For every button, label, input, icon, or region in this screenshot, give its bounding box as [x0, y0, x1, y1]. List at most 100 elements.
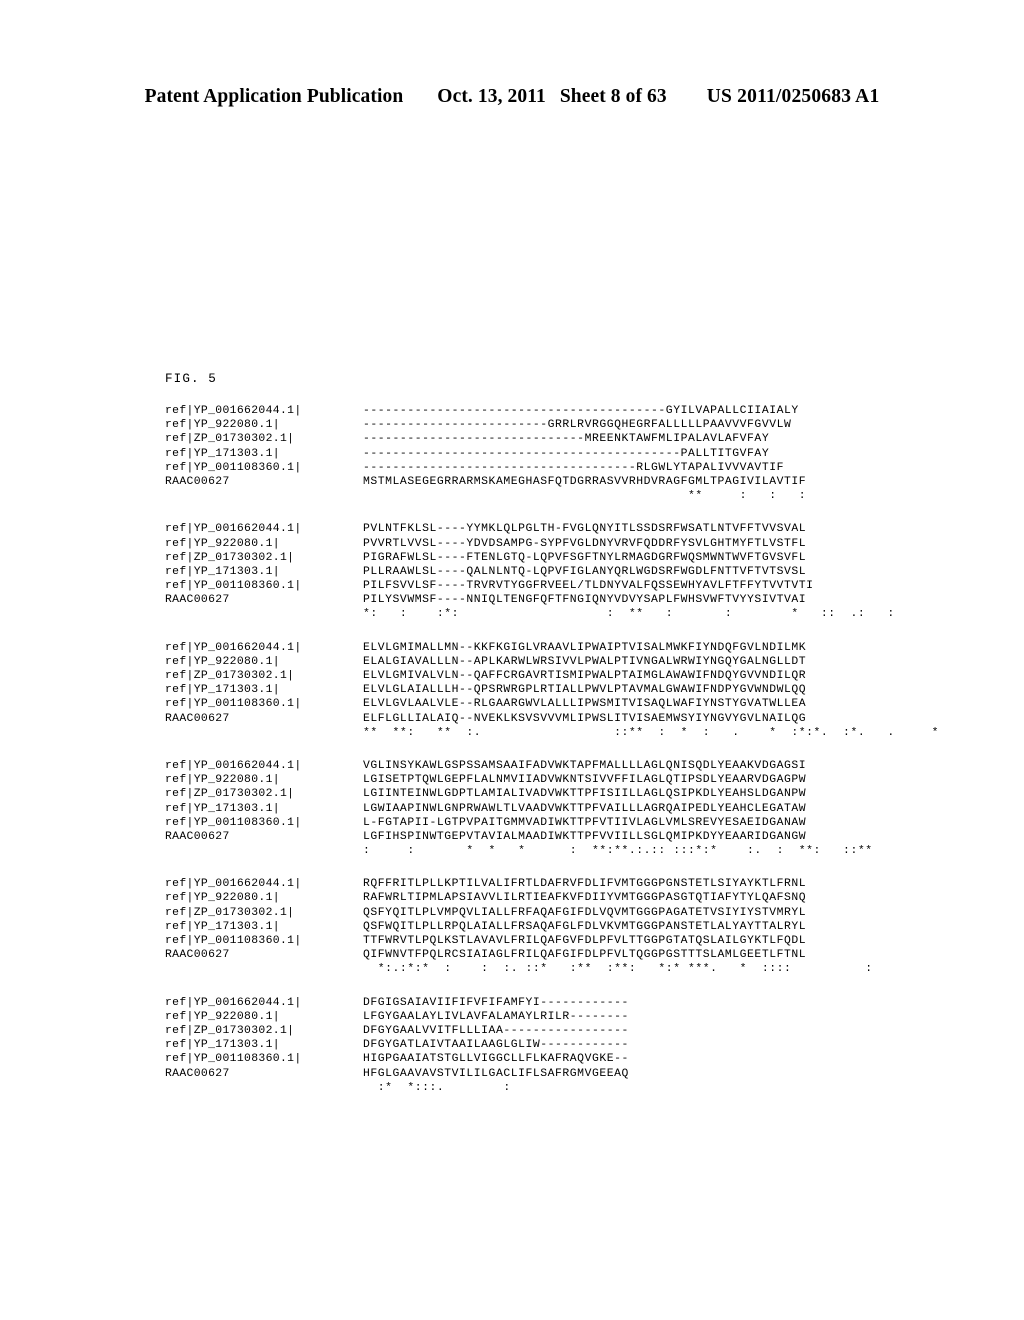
sheet-number: Sheet 8 of 63 [559, 86, 667, 107]
sequence-label: ref|YP_171303.1| [165, 565, 280, 578]
sequence-row: PLLRAAWLSL----QALNLNTQ-LQPVFIGLANYQRLWGD… [363, 565, 807, 578]
page-header: Patent Application Publication Oct. 13, … [0, 86, 1024, 108]
sequence-residue-column: ----------------------------------------… [363, 404, 925, 503]
sequence-residue-column: RQFFRITLPLLKPTILVALIFRTLDAFRVFDLIFVMTGGG… [363, 877, 925, 976]
sequence-row: TTFWRVTLPQLKSTLAVAVLFRILQAFGVFDLPFVLTTGG… [363, 935, 807, 947]
sequence-row: HIGPGAAIATSTGLLVIGGCLLFLKAFRAQVGKE-- [363, 1053, 629, 1066]
sequence-label: ref|YP_001108360.1| [165, 580, 302, 593]
sequence-row: ELVLGVLAALVLE--RLGAARGWVLALLLIPWSMITVISA… [363, 698, 807, 711]
sequence-label: ref|YP_171303.1| [165, 447, 280, 460]
sequence-residue-column: PVLNTFKLSL----YYMKLQLPGLTH-FVGLQNYITLSSD… [363, 522, 925, 621]
sequence-row: PILFSVVLSF----TRVRVTYGGFRVEEL/TLDNYVALFQ… [363, 580, 814, 593]
sequence-label: ref|YP_001662044.1| [165, 405, 302, 417]
sequence-row: LGISETPTQWLGEPFLALNMVIIADVWKNTSIVVFFILAG… [363, 774, 807, 787]
sequence-row: RAFWRLTIPMLAPSIAVVLILRTIEAFKVFDIIYVMTGGG… [363, 892, 807, 905]
sequence-label: ref|YP_001108360.1| [165, 698, 302, 711]
sequence-row: DFGIGSAIAVIIFIFVFIFAMFYI------------ [363, 996, 629, 1009]
sequence-row: ELVLGLAIALLLH--QPSRWRGPLRTIALLPWVLPTAVMA… [363, 684, 807, 697]
sequence-row: VGLINSYKAWLGSPSSAMSAAIFADVWKTAPFMALLLLAG… [363, 759, 807, 772]
sequence-row: PILYSVWMSF----NNIQLTENGFQFTFNGIQNYVDVYSA… [363, 594, 807, 607]
sequence-label: ref|YP_922080.1| [165, 419, 280, 432]
sequence-label-column: ref|YP_001662044.1| ref|YP_922080.1| ref|Z… [165, 996, 363, 1081]
sequence-row: PVVRTLVVSL----YDVDSAMPG-SYPFVGLDNYVRVFQD… [363, 537, 807, 550]
sequence-alignment: ref|YP_001662044.1| ref|YP_922080.1| ref|Z… [165, 404, 939, 1095]
sequence-residue-column: VGLINSYKAWLGSPSSAMSAAIFADVWKTAPFMALLLLAG… [363, 759, 925, 858]
sequence-label-column: ref|YP_001662044.1| ref|YP_922080.1| ref|Z… [165, 877, 363, 962]
conservation-row: *:.:*:* : : :. ::* :** :**: *:* ***. * :… [363, 963, 873, 976]
sequence-label: ref|YP_001108360.1| [165, 816, 302, 829]
sequence-row: QSFWQITLPLLRPQLAIALLFRSAQAFGLFDLVKVMTGGG… [363, 920, 807, 933]
sequence-label: ref|YP_922080.1| [165, 537, 280, 550]
alignment-block: ref|YP_001662044.1| ref|YP_922080.1| ref|Z… [165, 996, 925, 1095]
alignment-block: ref|YP_001662044.1| ref|YP_922080.1| ref|Z… [165, 641, 939, 740]
conservation-row: : : * * * : **:**.:.:: :::*:* :. : **: :… [363, 845, 873, 858]
sequence-label: ref|YP_001108360.1| [165, 461, 302, 474]
sequence-label: ref|YP_171303.1| [165, 920, 280, 933]
sequence-label: ref|YP_001662044.1| [165, 523, 302, 536]
alignment-block: ref|YP_001662044.1| ref|YP_922080.1| ref|Z… [165, 522, 925, 621]
sequence-label: ref|ZP_01730302.1| [165, 670, 295, 682]
sequence-label: ref|YP_001108360.1| [165, 1053, 302, 1066]
sequence-row: QSFYQITLPLVMPQVLIALLFRFAQAFGIFDLVQVMTGGG… [363, 906, 807, 919]
sequence-row: QIFWNVTFPQLRCSIAIAGLFRILQAFGIFDLPFVLTQGG… [363, 949, 807, 962]
sequence-row: ELALGIAVALLLN--APLKARWLWRSIVVLPWALPTIVNG… [363, 655, 807, 668]
sequence-label: ref|YP_171303.1| [165, 1039, 280, 1052]
sequence-label: ref|ZP_01730302.1| [165, 1024, 295, 1037]
publication-date: Oct. 13, 2011 [437, 86, 546, 107]
sequence-residue-column: ELVLGMIMALLMN--KKFKGIGLVRAAVLIPWAIPTVISA… [363, 641, 939, 740]
publication-title: Patent Application Publication [144, 86, 404, 107]
conservation-row: *: : :*: : ** : : * :: .: : [363, 608, 895, 621]
sequence-label: ref|ZP_01730302.1| [165, 551, 295, 564]
sequence-row: -------------------------GRRLRVRGGQHEGRF… [363, 419, 792, 432]
sequence-row: LFGYGAALAYLIVLAVFALAMAYLRILR-------- [363, 1010, 629, 1023]
conservation-row: ** : : : [363, 490, 807, 503]
sequence-label: ref|YP_171303.1| [165, 684, 280, 697]
sequence-label-column: ref|YP_001662044.1| ref|YP_922080.1| ref|Z… [165, 641, 363, 726]
patent-number: US 2011/0250683 A1 [706, 86, 880, 107]
sequence-row: PVLNTFKLSL----YYMKLQLPGLTH-FVGLQNYITLSSD… [363, 523, 807, 536]
sequence-row: ------------------------------MREENKTAWF… [363, 433, 770, 446]
sequence-row: LGIINTEINWLGDPTLAMIALIVADVWKTTPFISIILLAG… [363, 788, 807, 801]
conservation-row: ** **: ** :. ::** : * : . * :*:*. :*. . … [363, 726, 940, 739]
sequence-row: MSTMLASEGEGRRARMSKAMEGHASFQTDGRRASVVRHDV… [363, 475, 807, 488]
sequence-row: -------------------------------------RLG… [363, 461, 784, 474]
sequence-label: RAAC00627 [165, 949, 230, 962]
sequence-label: ref|YP_001662044.1| [165, 996, 302, 1009]
sequence-row: LGFIHSPINWTGEPVTAVIALMAADIWKTTPFVVIILLSG… [363, 830, 807, 843]
sequence-label: ref|YP_001662044.1| [165, 641, 302, 654]
sequence-row: ----------------------------------------… [363, 447, 770, 460]
sequence-label: RAAC00627 [165, 475, 230, 488]
sequence-label: ref|YP_001662044.1| [165, 759, 302, 772]
sequence-row: RQFFRITLPLLKPTILVALIFRTLDAFRVFDLIFVMTGGG… [363, 878, 807, 891]
sequence-label: ref|YP_171303.1| [165, 802, 280, 815]
sequence-residue-column: DFGIGSAIAVIIFIFVFIFAMFYI------------ LFGY… [363, 996, 925, 1095]
sequence-row: LGWIAAPINWLGNPRWAWLTLVAADVWKTTPFVAILLLAG… [363, 802, 807, 815]
sequence-label-column: ref|YP_001662044.1| ref|YP_922080.1| ref|Z… [165, 404, 363, 489]
sequence-label: ref|YP_922080.1| [165, 774, 280, 787]
sequence-row: ELVLGMIVALVLN--QAFFCRGAVRTISMIPWALPTAIMG… [363, 670, 807, 682]
sequence-row: DFGYGAALVVITFLLLIAA----------------- [363, 1024, 629, 1037]
sequence-row: HFGLGAAVAVSTVILILGACLIFLSAFRGMVGEEAQ [363, 1067, 629, 1080]
sequence-label: ref|YP_922080.1| [165, 892, 280, 905]
sequence-label: ref|YP_001662044.1| [165, 878, 302, 891]
sequence-label: ref|ZP_01730302.1| [165, 433, 295, 446]
sequence-label: RAAC00627 [165, 1067, 230, 1080]
sequence-row: PIGRAFWLSL----FTENLGTQ-LQPVFSGFTNYLRMAGD… [363, 551, 807, 564]
sequence-label: ref|YP_001108360.1| [165, 935, 302, 947]
sequence-row: ELVLGMIMALLMN--KKFKGIGLVRAAVLIPWAIPTVISA… [363, 641, 807, 654]
sequence-label: ref|YP_922080.1| [165, 1010, 280, 1023]
sequence-row: ----------------------------------------… [363, 405, 799, 417]
alignment-block: ref|YP_001662044.1| ref|YP_922080.1| ref|Z… [165, 404, 925, 503]
sequence-row: ELFLGLLIALAIQ--NVEKLKSVSVVVMLIPWSLITVISA… [363, 712, 807, 725]
sequence-row: L-FGTAPII-LGTPVPAITGMMVADIWKTTPFVTIIVLAG… [363, 816, 807, 829]
sequence-label: ref|YP_922080.1| [165, 655, 280, 668]
sequence-label: RAAC00627 [165, 712, 230, 725]
sequence-label: ref|ZP_01730302.1| [165, 906, 295, 919]
sequence-label: RAAC00627 [165, 594, 230, 607]
alignment-block: ref|YP_001662044.1| ref|YP_922080.1| ref|Z… [165, 759, 925, 858]
sequence-label-column: ref|YP_001662044.1| ref|YP_922080.1| ref|Z… [165, 522, 363, 607]
sequence-label-column: ref|YP_001662044.1| ref|YP_922080.1| ref|Z… [165, 759, 363, 844]
sequence-label: ref|ZP_01730302.1| [165, 788, 295, 801]
alignment-block: ref|YP_001662044.1| ref|YP_922080.1| ref|Z… [165, 877, 925, 976]
conservation-row: :* *:::. : [363, 1081, 511, 1094]
